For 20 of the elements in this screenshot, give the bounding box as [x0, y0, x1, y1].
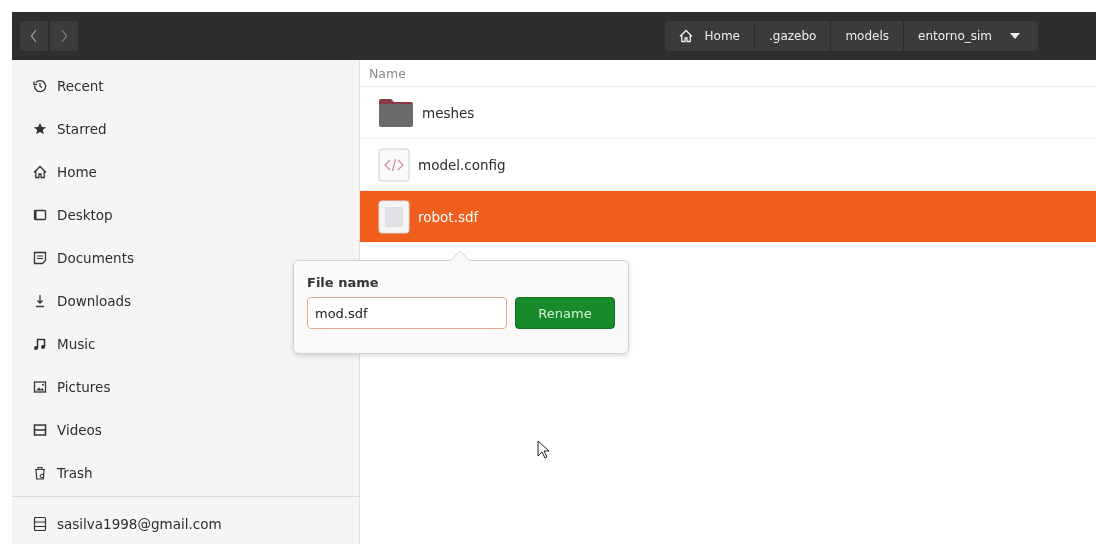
sidebar-item[interactable]: Desktop — [12, 193, 359, 236]
rename-button[interactable]: Rename — [515, 297, 615, 329]
file-name-field[interactable]: mod.sdf — [307, 297, 507, 329]
sidebar-item[interactable]: Trash — [12, 451, 359, 494]
file-name: robot.sdf — [418, 208, 479, 225]
path-button[interactable]: models — [830, 21, 903, 51]
sidebar-item[interactable]: Home — [12, 150, 359, 193]
account-item[interactable]: sasilva1998@gmail.com — [12, 503, 359, 544]
field-label: File name — [307, 275, 380, 290]
column-header[interactable]: Name — [360, 60, 1096, 87]
sidebar-item[interactable]: Videos — [12, 408, 359, 451]
file-name: model.config — [418, 156, 506, 173]
file-row[interactable]: meshes — [360, 87, 1096, 139]
path-button[interactable]: entorno_sim — [903, 21, 1038, 51]
path-button[interactable]: .gazebo — [753, 21, 831, 51]
path-button[interactable]: Home — [664, 21, 754, 51]
sidebar-item[interactable]: Pictures — [12, 365, 359, 408]
sidebar-item[interactable]: Starred — [12, 107, 359, 150]
file-name: meshes — [422, 104, 475, 121]
sidebar-item[interactable]: Recent — [12, 64, 359, 107]
